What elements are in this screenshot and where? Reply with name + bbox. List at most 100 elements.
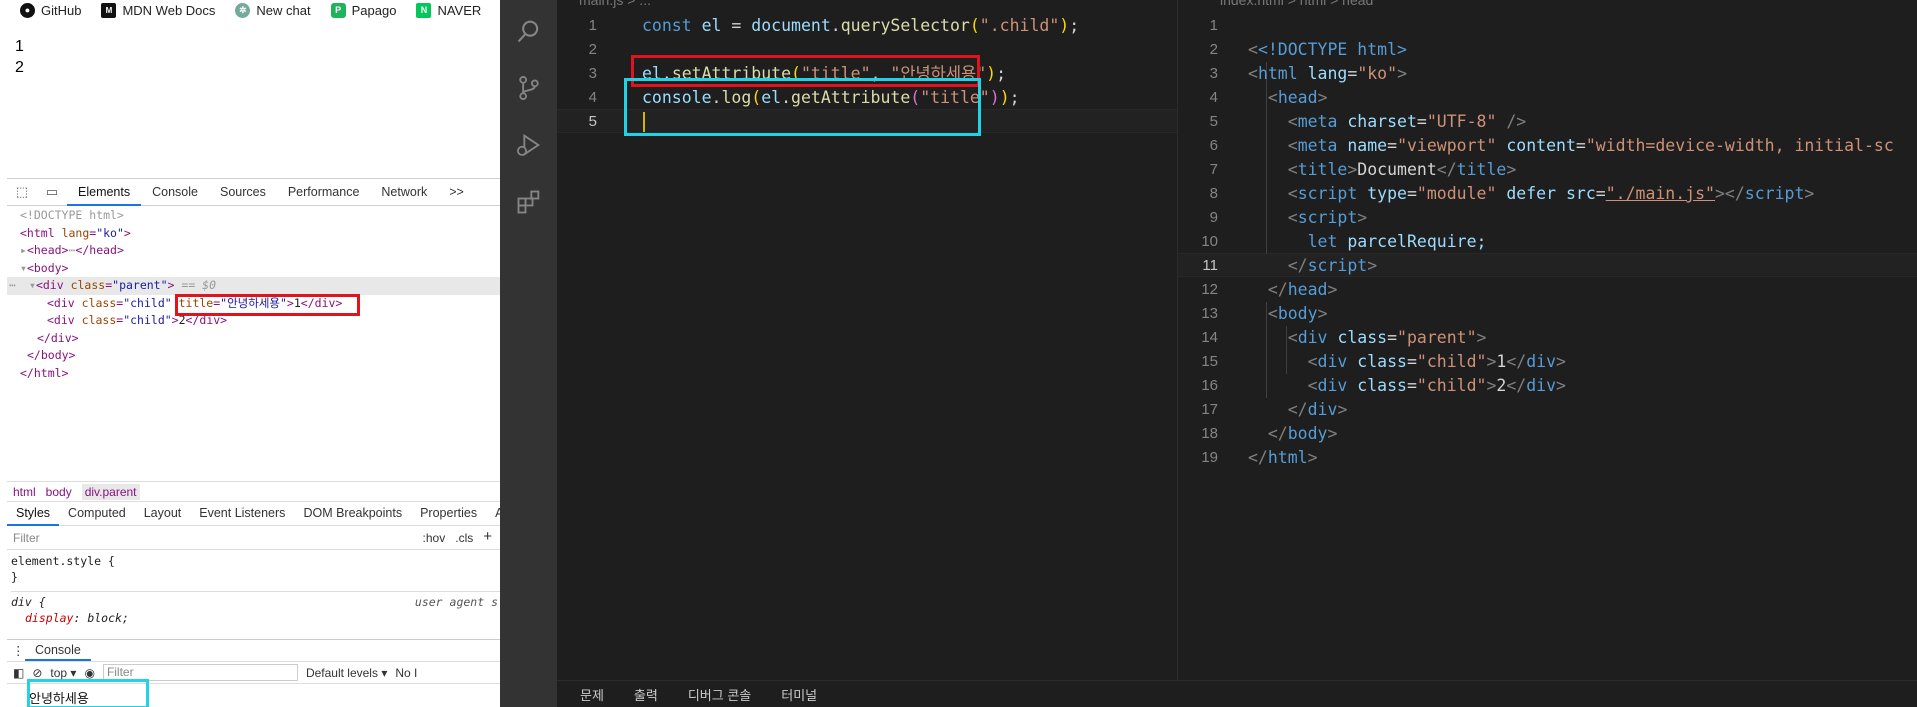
editor-breadcrumb[interactable]: index.html > html > head [1220,0,1373,8]
line-number: 16 [1201,377,1218,394]
dom-body-node[interactable]: ▾<body> [7,260,500,278]
tag: </html> [20,365,69,380]
code-line-13: <div class="parent"> [1287,328,1487,347]
tab-accessibility[interactable]: Acc [486,501,500,526]
bookmark-new-chat[interactable]: ✲ New chat [235,2,311,18]
expand-arrow-icon[interactable]: ▸ [20,243,27,257]
highlight-box-title-attr [175,294,360,316]
panel-tab-debug-console[interactable]: 디버그 콘솔 [688,685,751,704]
tab-layout[interactable]: Layout [135,501,191,526]
code-line-18: </html> [1248,448,1318,467]
element-style-rule: element.style { } [11,551,500,592]
code-line-1: const el = document.querySelector(".chil… [642,16,1080,35]
collapse-arrow-icon[interactable]: ▾ [29,278,36,292]
eye-icon[interactable]: ◉ [84,666,94,680]
add-rule-icon[interactable]: + [483,529,492,545]
line-number: 15 [1201,353,1218,370]
tag: <body> [26,260,69,275]
style-rules: element.style { } div {user agent s disp… [7,551,500,632]
breadcrumb-div-parent[interactable]: div.parent [81,483,140,500]
editor-index-html[interactable]: index.html > html > head 1 2 3 4 5 6 7 8 9 10 11 12… [1177,0,1917,680]
drawer-tab-console[interactable]: Console [25,640,91,661]
code-line-16: </div> [1287,400,1348,419]
dom-head-node[interactable]: ▸<head>⋯</head> [7,242,500,260]
bookmark-label: Papago [351,2,397,18]
breadcrumb-body[interactable]: body [46,485,72,499]
attr-name: class [81,295,117,310]
tab-sources[interactable]: Sources [209,179,277,206]
line-number: 2 [1209,41,1218,58]
issues-button[interactable]: No I [395,666,417,680]
line-number: 13 [1201,305,1218,322]
panel-tab-terminal[interactable]: 터미널 [781,685,817,704]
code-line-5: <meta name="viewport" content="width=dev… [1287,136,1894,155]
browser-window: ● GitHub M MDN Web Docs ✲ New chat P Pap… [0,0,500,707]
naver-icon: N [416,2,432,18]
dom-html-node[interactable]: <html lang="ko"> [7,225,500,243]
levels-select[interactable]: Default levels ▾ [306,666,387,680]
panel-tab-output[interactable]: 출력 [634,685,658,704]
hov-button[interactable]: :hov [423,531,446,545]
line-number: 1 [1209,17,1218,34]
bottom-panel-tabs: 문제 출력 디버그 콘솔 터미널 [557,680,1917,707]
line-number: 5 [588,113,597,130]
bookmark-naver[interactable]: N NAVER [416,2,481,18]
tab-elements[interactable]: Elements [67,179,142,206]
dom-parent-node[interactable]: ⋯ ▾<div class="parent"> == $0 [7,277,500,295]
collapse-arrow-icon[interactable]: ▾ [20,261,27,275]
tag: <div [47,313,75,327]
line-number: 4 [1209,89,1218,106]
device-toolbar-icon[interactable]: ▭ [37,184,67,200]
source-control-icon[interactable] [500,59,557,116]
panel-tab-problems[interactable]: 문제 [580,685,604,704]
code-line-14: <div class="child">1</div> [1307,352,1566,371]
child-line: 2 [15,59,24,76]
context-select[interactable]: top ▾ [50,666,76,680]
bookmark-mdn[interactable]: M MDN Web Docs [101,2,215,18]
tab-styles[interactable]: Styles [7,501,60,526]
code-line-2: <html lang="ko"> [1248,64,1407,83]
attr-name: class [81,313,117,327]
bookmark-papago[interactable]: P Papago [330,2,397,18]
mdn-icon: M [101,2,117,18]
highlight-box-console-log [624,78,981,136]
more-icon[interactable]: ⋯ [9,277,16,295]
dom-html-close: </html> [7,365,500,383]
tab-performance[interactable]: Performance [277,179,371,206]
breadcrumb-html[interactable]: html [13,485,36,499]
tag: <html [20,225,55,240]
highlight-box-console-output [27,679,149,707]
line-number: 9 [1209,209,1218,226]
drawer-menu-icon[interactable]: ⋮ [12,643,25,658]
code-line-17: </body> [1267,424,1338,443]
line-number: 14 [1201,329,1218,346]
tab-properties[interactable]: Properties [411,501,486,526]
cls-button[interactable]: .cls [455,531,473,545]
page-content: 1 2 [15,36,24,78]
tab-dom-breakpoints[interactable]: DOM Breakpoints [294,501,411,526]
run-debug-icon[interactable] [500,116,557,173]
devtools-panel: ⬚ ▭ Elements Console Sources Performance… [7,178,500,707]
search-icon[interactable] [500,2,557,59]
tab-computed[interactable]: Computed [59,501,135,526]
line-number: 17 [1201,401,1218,418]
bookmark-github[interactable]: ● GitHub [20,2,81,18]
extensions-icon[interactable] [500,173,557,230]
rule-selector: element.style { [11,554,115,568]
more-tabs-button[interactable]: >> [438,179,475,206]
line-number: 3 [1209,65,1218,82]
tag: <div [47,295,75,310]
styles-tabbar: Styles Computed Layout Event Listeners D… [7,501,500,526]
inspect-icon[interactable]: ⬚ [7,184,37,200]
styles-filter-input[interactable]: Filter [13,531,40,545]
dom-parent-close: </div> [7,330,500,348]
editor-breadcrumb[interactable]: main.js > ... [579,0,651,8]
tab-console[interactable]: Console [141,179,209,206]
tab-network[interactable]: Network [370,179,438,206]
sidebar-toggle-icon[interactable]: ◧ [13,666,24,680]
div-rule: div {user agent s display: block; [11,595,498,625]
child-line: 1 [15,38,24,55]
tag: </body> [27,348,76,362]
tab-event-listeners[interactable]: Event Listeners [190,501,294,526]
clear-console-icon[interactable]: ⊘ [32,666,42,680]
